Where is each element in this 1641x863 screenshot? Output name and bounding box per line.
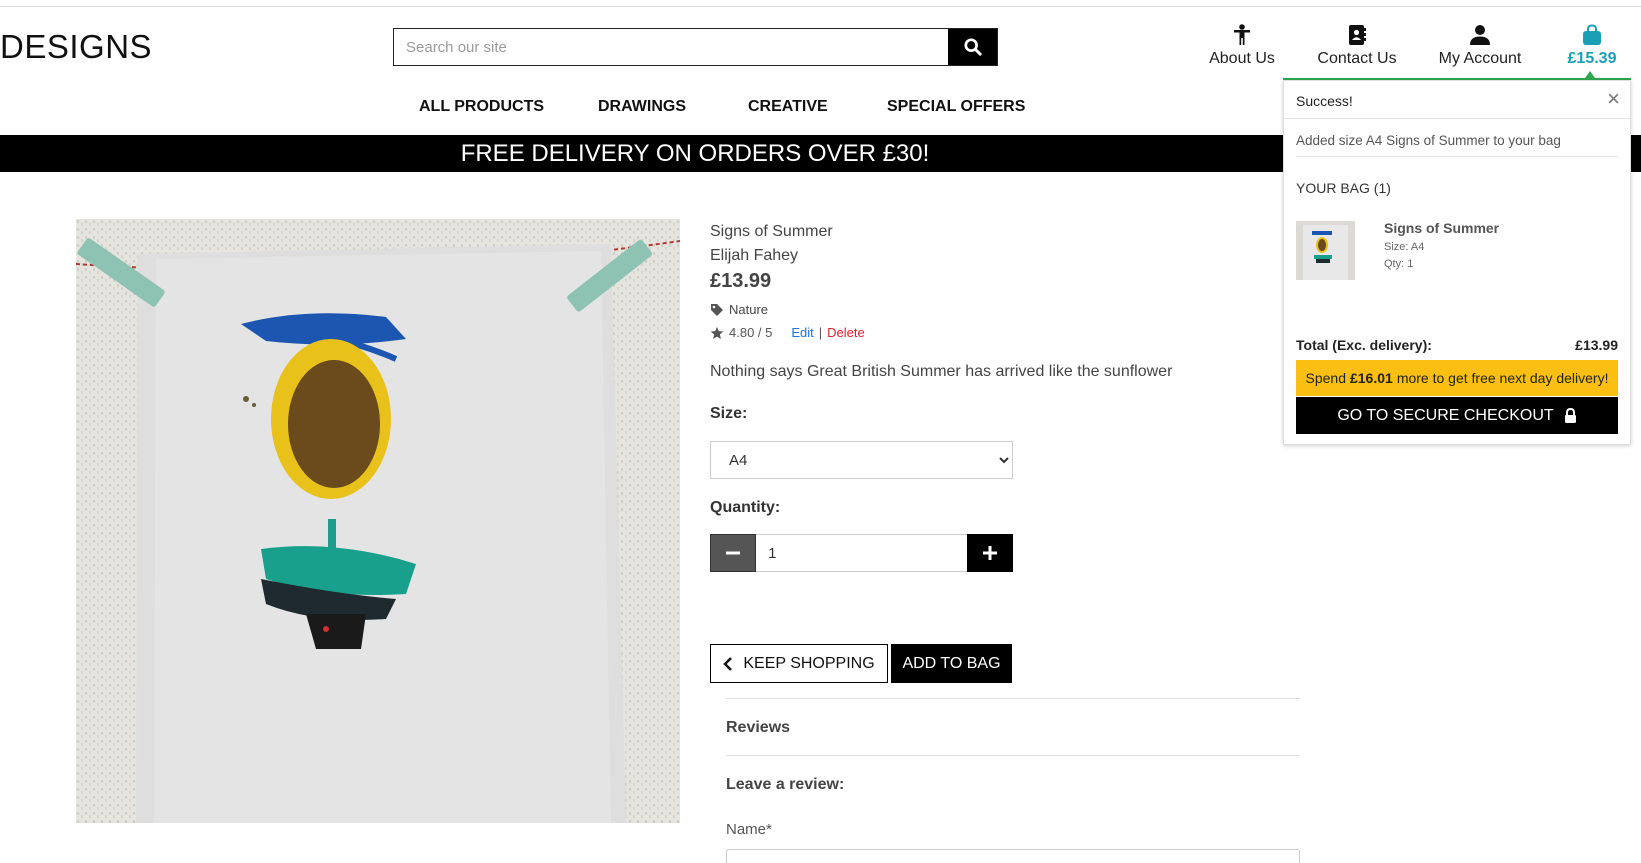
spend-prefix: Spend [1305,370,1346,386]
product-category[interactable]: Nature [710,302,768,317]
nav-shopping-bag[interactable]: £15.39 [1559,22,1625,68]
nav-about-us[interactable]: About Us [1205,22,1279,68]
toast-item-name: Signs of Summer [1384,220,1500,236]
nav-drawings[interactable]: DRAWINGS [598,98,686,116]
edit-product-link[interactable]: Edit [791,325,813,340]
toast-item-size: Size: A4 [1384,241,1425,253]
toast-item-thumbnail [1296,221,1355,280]
delete-product-link[interactable]: Delete [827,325,865,340]
site-logo[interactable]: DESIGNS [0,28,152,66]
search-input[interactable] [394,29,948,65]
product-price: £13.99 [710,270,772,292]
quantity-decrement-button[interactable] [710,534,757,572]
quantity-increment-button[interactable] [967,534,1013,572]
size-label: Size: [710,405,748,422]
size-select[interactable]: A4 [710,441,1013,479]
user-icon [1437,22,1523,48]
nav-about-us-label: About Us [1209,50,1275,67]
toast-header: Success! × [1284,81,1630,119]
toast-total-label: Total (Exc. delivery): [1296,337,1432,353]
product-rating: 4.80 / 5 [729,325,773,340]
person-icon [1205,22,1279,48]
nav-my-account[interactable]: My Account [1437,22,1523,68]
toast-title: Success! [1296,93,1353,109]
plus-icon [983,546,998,560]
chevron-left-icon [723,656,733,671]
search-icon [963,38,982,56]
nav-contact-us-label: Contact Us [1317,50,1397,67]
toast-divider [1296,156,1618,157]
keep-shopping-button[interactable]: KEEP SHOPPING [710,644,888,683]
bag-total: £15.39 [1567,50,1617,67]
address-book-icon [1314,22,1400,48]
reviews-divider-bottom [726,755,1300,756]
nav-creative[interactable]: CREATIVE [748,98,828,116]
toast-total-value: £13.99 [1575,337,1618,353]
secure-checkout-button[interactable]: GO TO SECURE CHECKOUT [1296,397,1618,434]
tag-icon [711,303,723,316]
minus-icon [726,551,741,555]
product-artist: Elijah Fahey [710,247,799,264]
quantity-label: Quantity: [710,499,781,516]
toast-bag-count: YOUR BAG (1) [1296,180,1391,196]
reviews-heading: Reviews [726,719,791,736]
shopping-bag-icon [1559,22,1625,48]
nav-all-products[interactable]: ALL PRODUCTS [419,98,544,116]
nav-special-offers[interactable]: SPECIAL OFFERS [887,98,1025,116]
quantity-stepper [710,534,1013,572]
delivery-banner-text: FREE DELIVERY ON ORDERS OVER £30! [460,140,930,167]
toast-close-button[interactable]: × [1607,86,1620,112]
review-name-label: Name* [726,821,772,838]
reviews-divider-top [726,698,1300,699]
toast-message: Added size A4 Signs of Summer to your ba… [1296,133,1561,148]
quantity-input[interactable] [756,534,968,572]
spend-amount: £16.01 [1349,370,1393,386]
product-image [76,219,680,823]
keep-shopping-label: KEEP SHOPPING [743,654,875,672]
nav-contact-us[interactable]: Contact Us [1314,22,1400,68]
product-name: Signs of Summer [710,223,833,240]
leave-review-heading: Leave a review: [726,776,845,793]
toast-caret [1585,71,1595,78]
product-rating-row: 4.80 / 5 Edit | Delete [710,325,865,340]
link-separator: | [818,325,823,340]
spend-suffix: more to get free next day delivery! [1396,370,1609,386]
search-button[interactable] [948,29,997,65]
review-name-input[interactable] [726,849,1300,863]
add-to-bag-button[interactable]: ADD TO BAG [891,644,1012,683]
toast-item-qty: Qty: 1 [1384,258,1414,270]
product-description: Nothing says Great British Summer has ar… [710,363,1173,380]
star-icon [710,326,724,339]
search-form [393,28,998,66]
lock-icon [1564,408,1576,423]
checkout-label: GO TO SECURE CHECKOUT [1337,406,1554,424]
top-divider [0,6,1641,7]
free-delivery-notice: Spend £16.01 more to get free next day d… [1296,360,1618,396]
product-category-label: Nature [729,302,769,317]
nav-my-account-label: My Account [1438,50,1522,67]
bag-success-toast: Success! × Added size A4 Signs of Summer… [1283,80,1631,445]
